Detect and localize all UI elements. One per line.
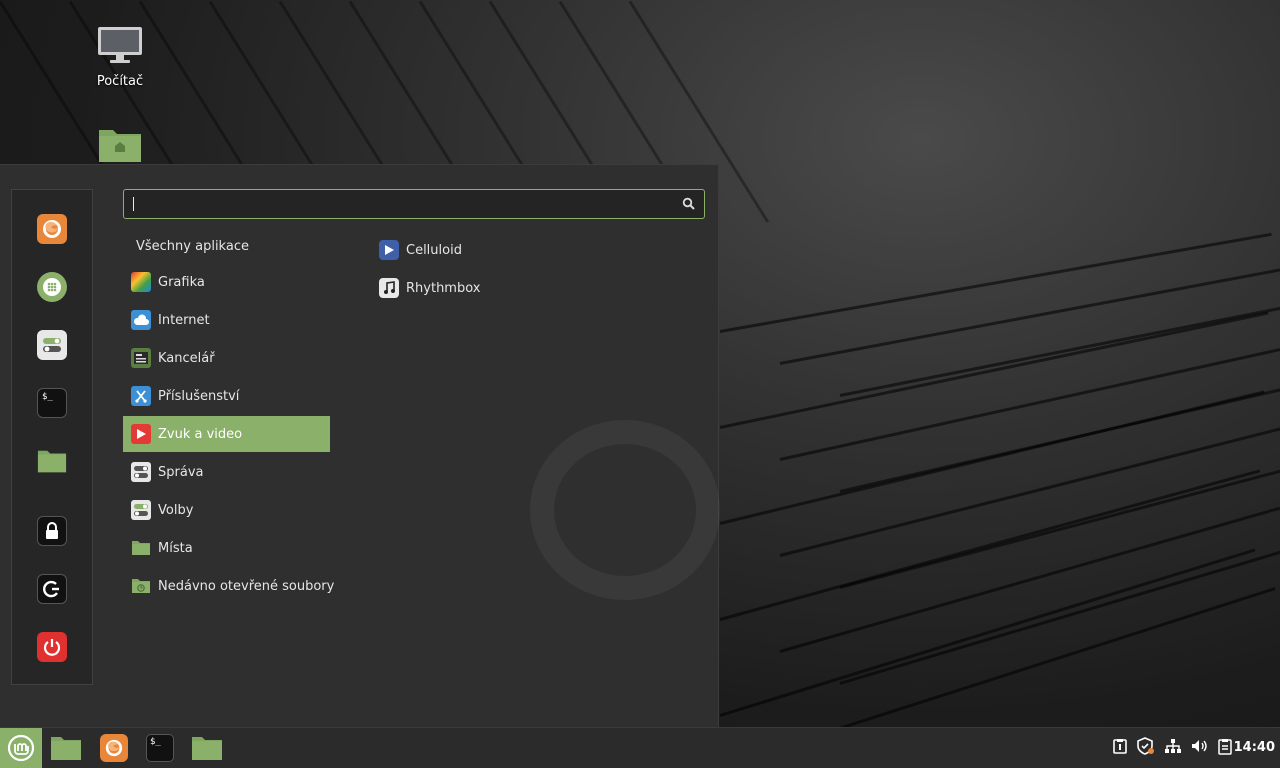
category-preferences[interactable]: Volby [123, 492, 330, 528]
category-label: Grafika [158, 274, 205, 290]
category-label: Zvuk a video [158, 426, 243, 442]
app-rhythmbox[interactable]: Rhythmbox [373, 271, 480, 305]
favorites-sidebar: $_ [11, 189, 93, 685]
desktop-icon-label: Počítač [96, 74, 144, 89]
wallpaper-stripe [719, 232, 1272, 333]
celluloid-icon [379, 240, 399, 260]
show-desktop-icon[interactable] [48, 728, 84, 768]
search-field[interactable] [123, 189, 705, 219]
multimedia-icon [131, 424, 151, 444]
folder-icon[interactable] [37, 446, 67, 476]
category-label: Kancelář [158, 350, 215, 366]
category-places[interactable]: Místa [123, 530, 330, 566]
desktop-icon-computer[interactable]: Počítač [80, 26, 160, 89]
places-folder-icon [131, 538, 151, 558]
mint-menu-icon [7, 734, 35, 762]
application-menu: $_ Všechny aplikace Grafika Internet Kan… [0, 164, 720, 728]
category-label: Příslušenství [158, 388, 240, 404]
category-label: Nedávno otevřené soubory [158, 578, 335, 594]
category-internet[interactable]: Internet [123, 302, 330, 338]
files-icon[interactable] [189, 728, 225, 768]
notes-icon[interactable] [1218, 738, 1232, 759]
recent-files-icon [131, 576, 151, 596]
category-label: Místa [158, 540, 193, 556]
administration-icon [131, 462, 151, 482]
wallpaper-stripe [719, 548, 1256, 717]
text-caret [133, 197, 134, 211]
all-applications-category[interactable]: Všechny aplikace [136, 239, 249, 254]
firefox-icon[interactable] [37, 214, 67, 244]
category-label: Správa [158, 464, 204, 480]
office-icon [131, 348, 151, 368]
computer-icon [80, 26, 160, 70]
wallpaper-stripe [779, 587, 1276, 749]
firefox-icon[interactable] [97, 728, 131, 768]
category-administration[interactable]: Správa [123, 454, 330, 490]
app-celluloid[interactable]: Celluloid [373, 233, 462, 267]
bottom-panel: $_ 14:40 [0, 727, 1280, 768]
settings-icon[interactable] [37, 330, 67, 360]
network-icon[interactable] [1164, 738, 1182, 758]
preferences-icon [131, 500, 151, 520]
mint-watermark [530, 420, 720, 600]
search-input[interactable] [138, 194, 682, 216]
logout-icon[interactable] [37, 574, 67, 604]
category-label: Internet [158, 312, 210, 328]
category-multimedia[interactable]: Zvuk a video [123, 416, 330, 452]
mint-menu-button[interactable] [0, 728, 42, 768]
category-accessories[interactable]: Příslušenství [123, 378, 330, 414]
internet-icon [131, 310, 151, 330]
volume-icon[interactable] [1191, 738, 1209, 758]
terminal-icon[interactable]: $_ [37, 388, 67, 418]
category-label: Volby [158, 502, 194, 518]
system-tray [1112, 728, 1240, 768]
category-recent-files[interactable]: Nedávno otevřené soubory [123, 568, 334, 604]
category-graphics[interactable]: Grafika [123, 264, 330, 300]
search-icon[interactable] [682, 197, 695, 214]
graphics-icon [131, 272, 151, 292]
wallpaper-stripe [719, 469, 1261, 621]
home-folder-icon [80, 126, 160, 168]
lock-icon[interactable] [37, 516, 67, 546]
clipboard-icon[interactable] [1112, 738, 1128, 758]
software-manager-icon[interactable] [37, 272, 67, 302]
wallpaper-stripe [779, 266, 1280, 365]
update-shield-icon[interactable] [1137, 737, 1155, 759]
app-label: Rhythmbox [406, 280, 481, 296]
clock[interactable]: 14:40 [1234, 740, 1275, 755]
wallpaper-stripe [839, 300, 1280, 397]
category-office[interactable]: Kancelář [123, 340, 330, 376]
rhythmbox-icon [379, 278, 399, 298]
accessories-icon [131, 386, 151, 406]
power-icon[interactable] [37, 632, 67, 662]
terminal-icon[interactable]: $_ [143, 728, 177, 768]
app-label: Celluloid [406, 242, 462, 258]
